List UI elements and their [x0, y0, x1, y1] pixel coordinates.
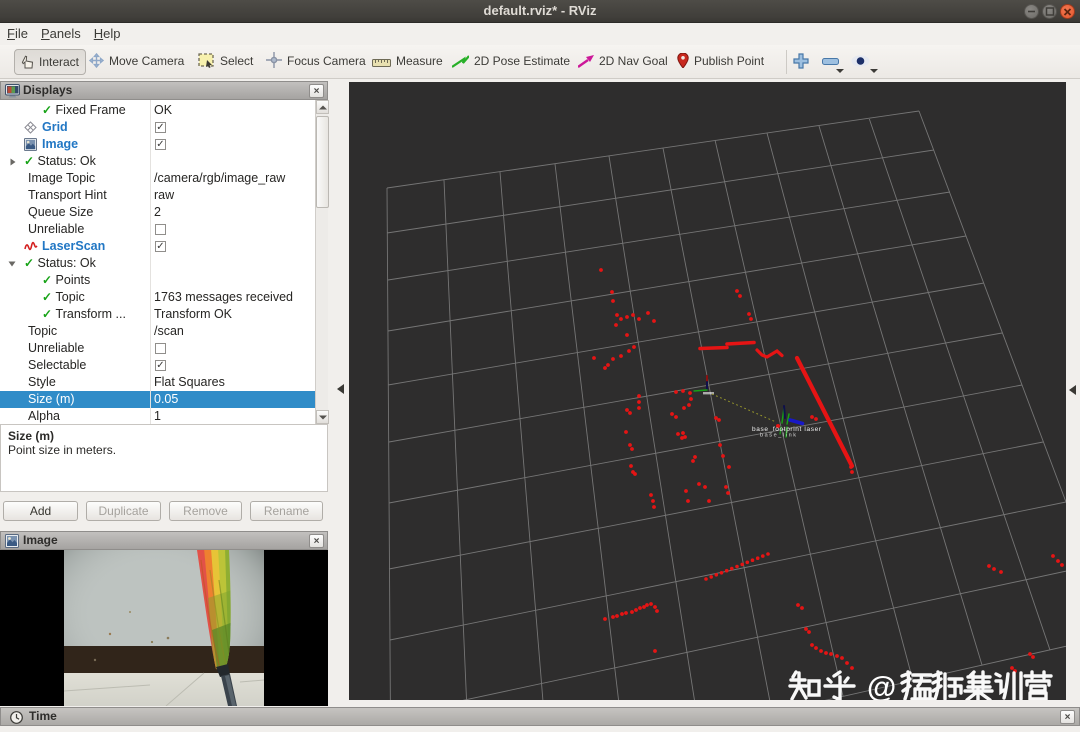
- svg-text:@: @: [867, 671, 896, 700]
- svg-text:base_link: base_link: [760, 433, 796, 439]
